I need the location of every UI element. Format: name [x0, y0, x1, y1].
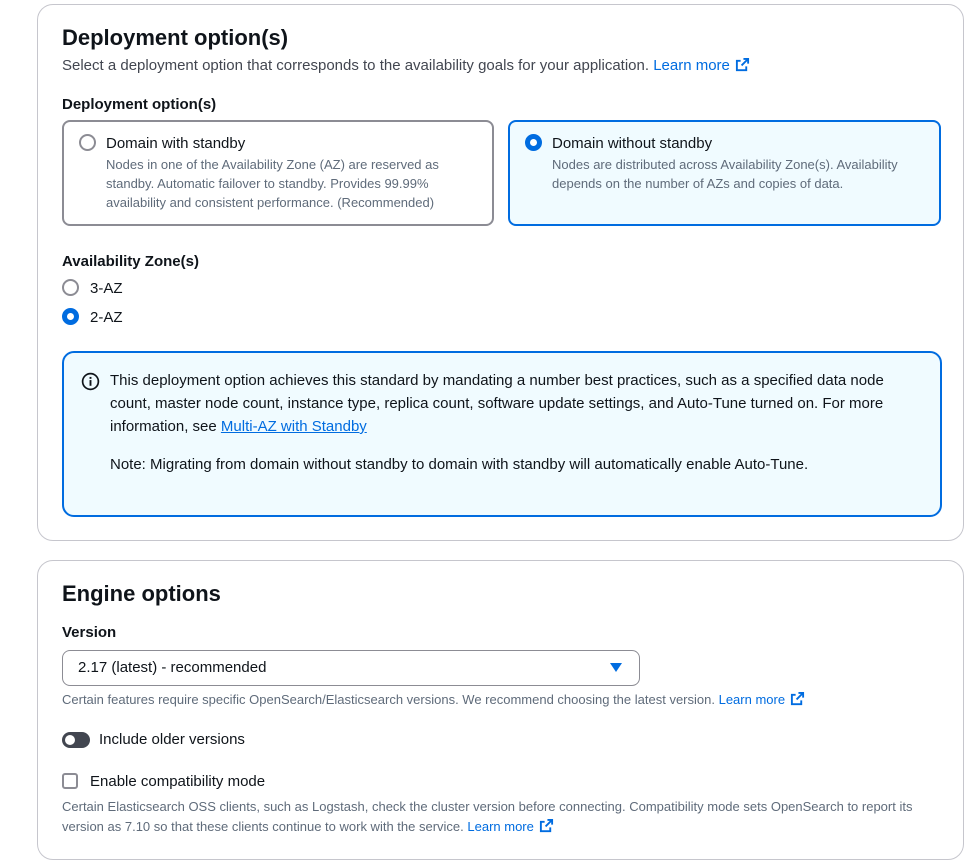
toggle-knob — [65, 735, 75, 745]
info-text-block: This deployment option achieves this sta… — [110, 369, 900, 438]
info-icon — [81, 372, 100, 391]
radio-3az-label[interactable]: 3-AZ — [90, 280, 123, 297]
version-hint: Certain features require specific OpenSe… — [62, 692, 715, 707]
deployment-title: Deployment option(s) — [62, 25, 289, 50]
include-older-versions-label[interactable]: Include older versions — [99, 731, 245, 748]
deployment-description: Select a deployment option that correspo… — [62, 57, 650, 74]
tile-text-with-standby: Nodes in one of the Availability Zone (A… — [106, 157, 439, 210]
radio-domain-with-standby[interactable] — [79, 134, 96, 151]
engine-options-panel: Engine options Version 2.17 (latest) - r… — [37, 560, 964, 860]
radio-2az-label[interactable]: 2-AZ — [90, 309, 123, 326]
multi-az-standby-link[interactable]: Multi-AZ with Standby — [221, 418, 367, 435]
include-older-versions-toggle[interactable] — [62, 732, 90, 748]
radio-2az[interactable] — [62, 308, 79, 325]
engine-title: Engine options — [62, 581, 221, 606]
info-alert: This deployment option achieves this sta… — [62, 351, 942, 517]
tile-domain-without-standby[interactable]: Domain without standby Nodes are distrib… — [508, 120, 941, 226]
version-hint-row: Certain features require specific OpenSe… — [62, 690, 805, 710]
caret-down-icon — [610, 663, 622, 672]
tile-domain-with-standby[interactable]: Domain with standby Nodes in one of the … — [62, 120, 494, 226]
version-label: Version — [62, 624, 117, 641]
deployment-description-row: Select a deployment option that correspo… — [62, 57, 750, 74]
external-link-icon — [735, 57, 749, 72]
tile-title-without-standby: Domain without standby — [552, 135, 713, 152]
availability-zone-label: Availability Zone(s) — [62, 253, 199, 270]
deployment-learn-more-link[interactable]: Learn more — [653, 57, 750, 74]
compatibility-mode-checkbox[interactable] — [62, 773, 78, 789]
tile-text-without-standby: Nodes are distributed across Availabilit… — [552, 157, 898, 191]
deployment-field-label: Deployment option(s) — [62, 96, 217, 113]
info-note: Note: Migrating from domain without stan… — [110, 456, 809, 473]
external-link-icon — [539, 818, 553, 833]
version-select[interactable]: 2.17 (latest) - recommended — [62, 650, 640, 686]
radio-3az[interactable] — [62, 279, 79, 296]
version-learn-more-link[interactable]: Learn more — [719, 691, 805, 707]
compat-learn-more-link[interactable]: Learn more — [467, 818, 553, 834]
external-link-icon — [791, 691, 805, 706]
radio-domain-without-standby[interactable] — [525, 134, 542, 151]
compat-hint-block: Certain Elasticsearch OSS clients, such … — [62, 797, 942, 837]
version-select-value: 2.17 (latest) - recommended — [78, 659, 267, 676]
deployment-options-panel: Deployment option(s) Select a deployment… — [37, 4, 964, 541]
tile-title-with-standby: Domain with standby — [106, 135, 246, 152]
compatibility-mode-label[interactable]: Enable compatibility mode — [90, 773, 265, 790]
